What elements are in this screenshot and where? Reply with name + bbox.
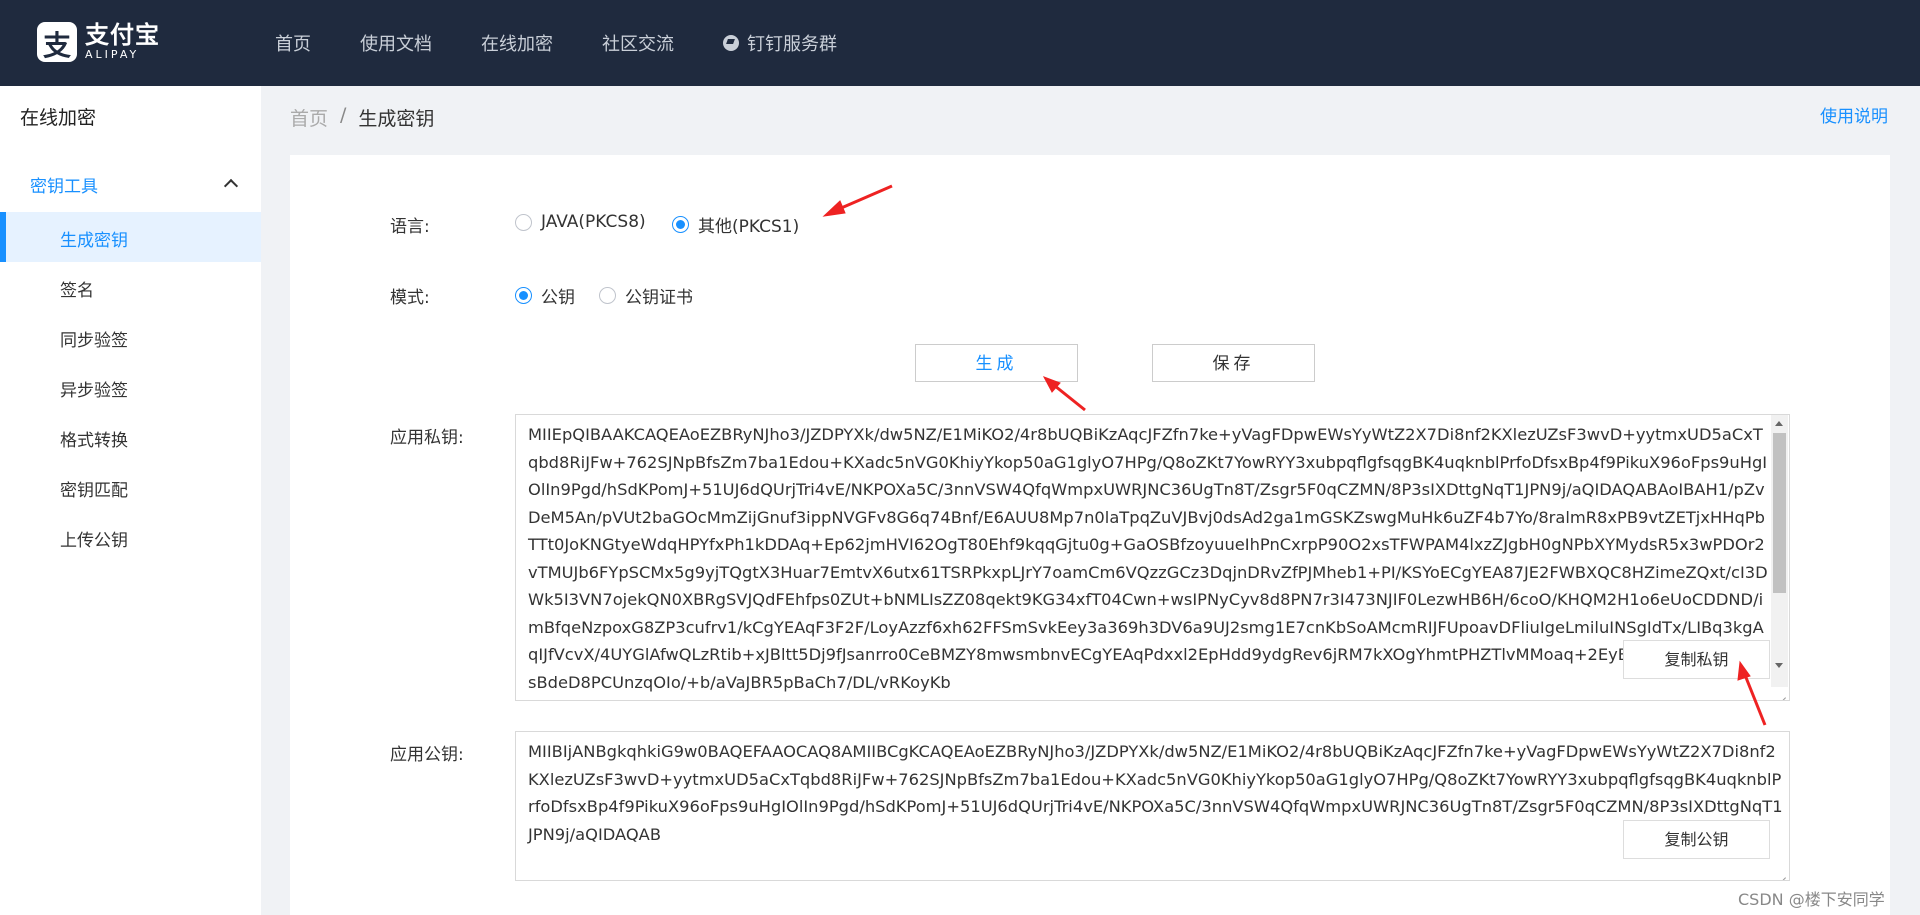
nav-online-encrypt[interactable]: 在线加密 <box>481 30 553 56</box>
copy-public-key-button[interactable]: 复制公钥 <box>1623 820 1770 859</box>
sidebar-item-sync-verify[interactable]: 同步验签 <box>0 312 261 362</box>
dingding-icon <box>723 35 739 51</box>
private-key-textarea[interactable]: MIIEpQIBAAKCAQEAoEZBRyNJho3/JZDPYXk/dw5N… <box>515 414 1790 701</box>
watermark: CSDN @楼下安同学 <box>1738 890 1885 909</box>
sidebar-item-generate-key[interactable]: 生成密钥 <box>0 212 261 262</box>
nav-dingding-group[interactable]: 钉钉服务群 <box>723 30 837 56</box>
copy-private-key-button[interactable]: 复制私钥 <box>1623 640 1770 679</box>
breadcrumb-separator: / <box>340 104 347 126</box>
sidebar-item-upload-public-key[interactable]: 上传公钥 <box>0 512 261 562</box>
radio-circle-checked <box>515 287 532 304</box>
sidebar-group-key-tools[interactable]: 密钥工具 <box>0 159 261 209</box>
scroll-up-icon[interactable] <box>1775 421 1783 426</box>
language-label: 语言: <box>390 217 430 237</box>
alipay-logo[interactable]: 支 支付宝 ALIPAY <box>37 22 160 62</box>
radio-circle <box>515 213 532 231</box>
radio-circle <box>599 287 616 304</box>
scroll-thumb[interactable] <box>1773 433 1786 593</box>
save-button[interactable]: 保存 <box>1152 344 1315 382</box>
public-key-text: MIIBIjANBgkqhkiG9w0BAQEFAAOCAQ8AMIIBCgKC… <box>528 742 1783 844</box>
radio-circle-checked <box>672 216 689 233</box>
breadcrumb-current: 生成密钥 <box>358 108 435 130</box>
breadcrumb: 首页 / 生成密钥 <box>290 104 434 131</box>
breadcrumb-home[interactable]: 首页 <box>290 104 328 131</box>
generate-button[interactable]: 生成 <box>915 344 1078 382</box>
resize-grip-icon[interactable] <box>1775 867 1787 879</box>
radio-java-pkcs8[interactable]: JAVA(PKCS8) <box>515 212 646 232</box>
private-key-label: 应用私钥: <box>390 428 464 448</box>
nav-community[interactable]: 社区交流 <box>602 30 674 56</box>
radio-public-key-cert[interactable]: 公钥证书 <box>599 283 693 308</box>
top-navigation-bar: 支 支付宝 ALIPAY 首页 使用文档 在线加密 社区交流 钉钉服务群 <box>0 0 1920 86</box>
sidebar-item-format-convert[interactable]: 格式转换 <box>0 412 261 462</box>
public-key-textarea[interactable]: MIIBIjANBgkqhkiG9w0BAQEFAAOCAQ8AMIIBCgKC… <box>515 731 1790 881</box>
nav-home[interactable]: 首页 <box>275 30 311 56</box>
sidebar-title: 在线加密 <box>20 107 97 129</box>
logo-text-en: ALIPAY <box>85 48 140 61</box>
nav-docs[interactable]: 使用文档 <box>360 30 432 56</box>
logo-text-cn: 支付宝 <box>85 21 160 49</box>
private-key-text: MIIEpQIBAAKCAQEAoEZBRyNJho3/JZDPYXk/dw5N… <box>528 425 1768 692</box>
public-key-label: 应用公钥: <box>390 745 464 765</box>
radio-other-pkcs1[interactable]: 其他(PKCS1) <box>672 212 799 237</box>
mode-label: 模式: <box>390 288 430 308</box>
help-link[interactable]: 使用说明 <box>1820 102 1888 127</box>
sidebar-item-sign[interactable]: 签名 <box>0 262 261 312</box>
radio-public-key[interactable]: 公钥 <box>515 283 575 308</box>
sidebar-item-async-verify[interactable]: 异步验签 <box>0 362 261 412</box>
scroll-down-icon[interactable] <box>1775 663 1783 668</box>
chevron-up-icon <box>223 178 239 194</box>
private-key-scrollbar[interactable] <box>1771 415 1788 687</box>
main-nav: 首页 使用文档 在线加密 社区交流 钉钉服务群 <box>275 0 886 86</box>
sidebar-item-key-match[interactable]: 密钥匹配 <box>0 462 261 512</box>
sidebar: 在线加密 密钥工具 生成密钥 签名 同步验签 异步验签 格式转换 密钥匹配 上传… <box>0 86 261 915</box>
alipay-logo-icon: 支 <box>37 22 77 62</box>
resize-grip-icon[interactable] <box>1775 687 1787 699</box>
